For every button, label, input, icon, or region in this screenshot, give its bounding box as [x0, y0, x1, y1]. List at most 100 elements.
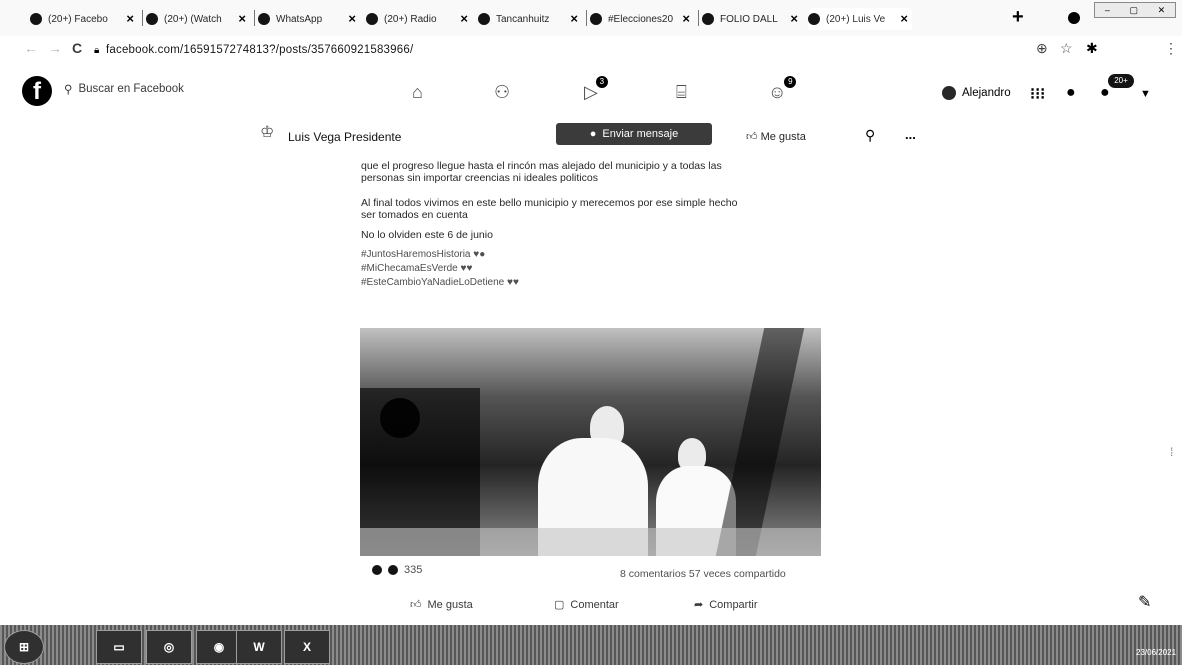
- close-tab-icon[interactable]: ×: [348, 11, 356, 26]
- like-page-button[interactable]: 👍︎ Me gusta: [746, 130, 806, 143]
- facebook-logo[interactable]: f: [22, 76, 52, 106]
- messenger-icon: ●: [589, 128, 597, 140]
- tab-facebook[interactable]: (20+) Facebo ×: [30, 8, 138, 30]
- home-icon[interactable]: ⌂: [412, 82, 423, 103]
- send-message-button[interactable]: ● Enviar mensaje: [556, 123, 712, 145]
- back-icon[interactable]: ←: [24, 40, 38, 56]
- search-icon: ⚲: [64, 84, 73, 96]
- like-button[interactable]: 👍︎ Me gusta: [410, 598, 473, 612]
- user-name: Alejandro: [962, 87, 1011, 99]
- extensions-icon[interactable]: ✱: [1086, 40, 1098, 57]
- reload-icon[interactable]: C: [72, 40, 82, 56]
- reactions-summary[interactable]: 335: [372, 564, 422, 576]
- page-search-icon[interactable]: ⚲: [865, 127, 875, 144]
- gaming-icon[interactable]: ☺ 9: [768, 76, 797, 103]
- tab-whatsapp[interactable]: WhatsApp ×: [258, 8, 360, 30]
- media-player-icon[interactable]: ◎: [146, 630, 192, 664]
- tab-luis-vega-active[interactable]: (20+) Luis Ve ×: [808, 8, 912, 30]
- maximize-icon[interactable]: ▢: [1129, 5, 1138, 16]
- photo-bottom-strip: [360, 528, 821, 556]
- comment-button[interactable]: ▢ Comentar: [554, 598, 619, 612]
- zoom-icon[interactable]: ⊕: [1036, 40, 1048, 57]
- hashtag-link[interactable]: #MiChecamaEsVerde ♥♥: [361, 263, 472, 274]
- close-tab-icon[interactable]: ×: [900, 11, 908, 26]
- close-tab-icon[interactable]: ×: [460, 11, 468, 26]
- notifications-badge: 20+: [1108, 74, 1134, 88]
- marketplace-icon[interactable]: ⌸: [676, 82, 687, 103]
- search-input[interactable]: Buscar en Facebook: [78, 83, 183, 95]
- facebook-favicon-icon: [808, 13, 820, 25]
- gaming-badge: 9: [784, 76, 797, 88]
- emoji-icon: ♥♥: [507, 277, 519, 288]
- post-text-line: No lo olviden este 6 de junio: [361, 229, 493, 241]
- start-button[interactable]: ⊞: [4, 630, 44, 664]
- reaction-icon: [372, 565, 382, 575]
- hashtag-link[interactable]: #EsteCambioYaNadieLoDetiene ♥♥: [361, 277, 519, 288]
- tab-separator: [586, 10, 587, 26]
- thumbs-up-icon: 👍︎: [410, 599, 422, 611]
- person-head-dark: [380, 398, 420, 438]
- facebook-search[interactable]: ⚲ Buscar en Facebook: [64, 82, 184, 96]
- watch-badge: 3: [595, 76, 608, 88]
- tab-radio[interactable]: (20+) Radio ×: [366, 8, 472, 30]
- post-text-line: que el progreso llegue hasta el rincón m…: [361, 160, 722, 172]
- word-icon[interactable]: W: [236, 630, 282, 664]
- bookmark-star-icon[interactable]: ☆: [1060, 40, 1073, 57]
- whatsapp-favicon-icon: [258, 13, 270, 25]
- close-tab-icon[interactable]: ×: [238, 11, 246, 26]
- post-photo[interactable]: [360, 328, 821, 556]
- new-message-icon[interactable]: ✎: [1138, 592, 1151, 612]
- more-options-button[interactable]: ...: [905, 127, 916, 142]
- address-bar[interactable]: facebook.com/1659157274813?/posts/357660…: [106, 44, 413, 56]
- close-tab-icon[interactable]: ×: [570, 11, 578, 26]
- forward-icon[interactable]: →: [48, 40, 62, 56]
- hashtag-link[interactable]: #JuntosHaremosHistoria ♥●: [361, 249, 485, 260]
- facebook-favicon-icon: [590, 13, 602, 25]
- thumbs-up-icon: 👍︎: [746, 131, 758, 143]
- page-avatar-icon[interactable]: ♔: [260, 122, 282, 148]
- tab-separator: [142, 10, 143, 26]
- close-tab-icon[interactable]: ×: [682, 11, 690, 26]
- emoji-icon: ♥♥: [460, 263, 473, 274]
- profile-button[interactable]: Alejandro: [942, 86, 1011, 100]
- page-name[interactable]: Luis Vega Presidente: [288, 130, 401, 144]
- comment-icon: ▢: [554, 599, 565, 611]
- share-button[interactable]: ➦ Compartir: [694, 598, 758, 612]
- reaction-icon: [388, 565, 398, 575]
- scrollbar[interactable]: ⁞: [1170, 445, 1173, 459]
- minimize-icon[interactable]: –: [1105, 5, 1110, 15]
- facebook-favicon-icon: [146, 13, 158, 25]
- post-text-line: ser tomados en cuenta: [361, 209, 468, 221]
- lock-icon[interactable]: 🔒︎: [94, 45, 99, 56]
- excel-icon[interactable]: X: [284, 630, 330, 664]
- watch-icon[interactable]: ▷ 3: [584, 76, 608, 103]
- window-controls[interactable]: – ▢ ✕: [1094, 2, 1176, 18]
- tab-folio[interactable]: FOLIO DALL ×: [702, 8, 802, 30]
- reactions-count: 335: [404, 564, 423, 576]
- facebook-favicon-icon: [30, 13, 42, 25]
- close-tab-icon[interactable]: ×: [126, 11, 134, 26]
- file-explorer-icon[interactable]: ▭: [96, 630, 142, 664]
- menu-grid-icon[interactable]: ⁝⁝⁝: [1030, 84, 1045, 104]
- doorframe: [715, 328, 805, 556]
- post-text-line: personas sin importar creencias ni ideal…: [361, 172, 598, 184]
- browser-profile-icon[interactable]: [1068, 12, 1080, 24]
- account-menu-chevron-icon[interactable]: ▼: [1140, 88, 1151, 100]
- new-tab-button[interactable]: +: [1012, 6, 1024, 29]
- post-stats[interactable]: 8 comentarios 57 veces compartido: [620, 568, 786, 580]
- tab-tancanhuitz[interactable]: Tancanhuitz ×: [478, 8, 582, 30]
- google-favicon-icon: [702, 13, 714, 25]
- tab-elecciones[interactable]: #Elecciones20 ×: [590, 8, 694, 30]
- taskbar-clock[interactable]: 23/06/2021: [1136, 648, 1176, 657]
- notifications-icon[interactable]: ●: [1100, 84, 1110, 102]
- tab-watch[interactable]: (20+) (Watch ×: [146, 8, 250, 30]
- emoji-icon: ♥●: [473, 249, 486, 260]
- facebook-favicon-icon: [366, 13, 378, 25]
- browser-menu-icon[interactable]: ⋮: [1164, 40, 1178, 57]
- close-tab-icon[interactable]: ×: [790, 11, 798, 26]
- tab-separator: [254, 10, 255, 26]
- share-icon: ➦: [694, 599, 704, 611]
- friends-icon[interactable]: ⚇: [494, 82, 510, 103]
- close-window-icon[interactable]: ✕: [1158, 5, 1166, 16]
- messenger-icon[interactable]: ●: [1066, 84, 1076, 102]
